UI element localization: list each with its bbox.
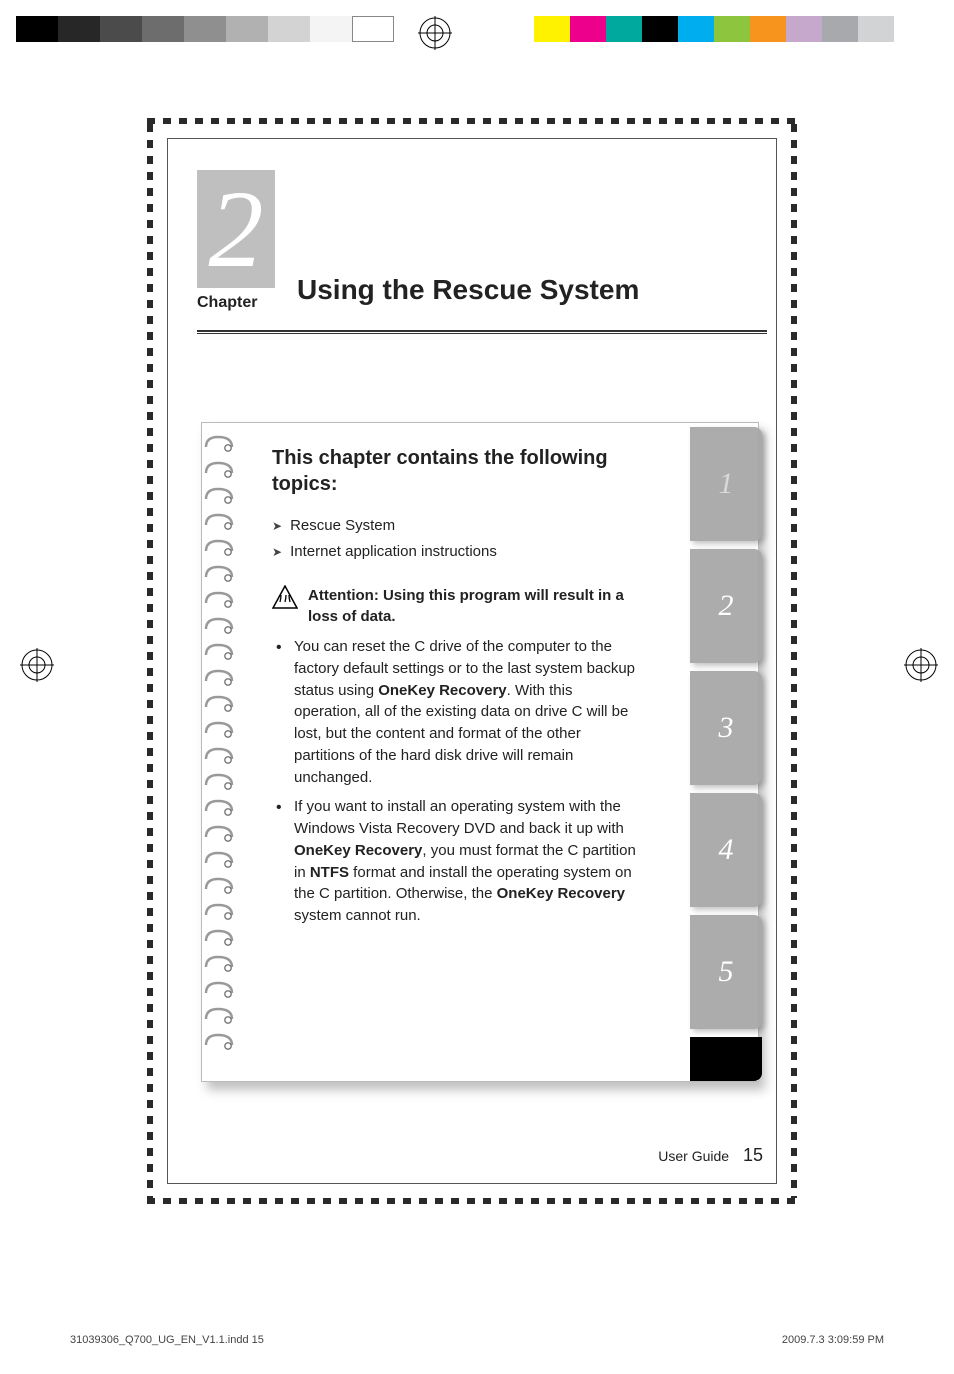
manual-page: 2 Chapter Using the Rescue System This c… [147,118,797,1204]
spiral-ring-icon [204,823,234,845]
spiral-ring-icon [204,849,234,871]
print-calibration-bars [0,16,954,48]
spiral-ring-icon [204,745,234,767]
footer-page-number: 15 [743,1145,763,1165]
spiral-ring-icon [204,693,234,715]
spiral-ring-icon [204,719,234,741]
side-tabs: 12345 [690,423,762,1081]
attention-row: Attention: Using this program will resul… [272,585,640,629]
attention-text: Attention: Using this program will resul… [308,585,640,629]
chapter-label: Chapter [197,294,297,312]
registration-mark-top [418,16,452,50]
registration-mark-right [904,648,938,682]
side-tab-1: 1 [690,427,762,541]
spiral-ring-icon [204,667,234,689]
spiral-ring-icon [204,511,234,533]
bullet-item: You can reset the C drive of the compute… [272,636,640,788]
bullet-item: If you want to install an operating syst… [272,796,640,927]
footer-label: User Guide [658,1148,729,1164]
spiral-ring-icon [204,615,234,637]
spiral-ring-icon [204,771,234,793]
spiral-ring-icon [204,1005,234,1027]
spiral-ring-icon [204,433,234,455]
side-tab-3: 3 [690,671,762,785]
spiral-binding [202,433,242,1071]
bullet-list: You can reset the C drive of the compute… [272,636,640,927]
panel-content: This chapter contains the following topi… [272,445,640,1063]
spiral-ring-icon [204,927,234,949]
imprint-datetime: 2009.7.3 3:09:59 PM [782,1334,884,1346]
spiral-ring-icon [204,875,234,897]
chapter-block: 2 Chapter [197,170,297,312]
chapter-number-box: 2 [197,170,275,288]
attention-icon [272,585,298,616]
spiral-ring-icon [204,589,234,611]
spiral-ring-icon [204,641,234,663]
panel-heading: This chapter contains the following topi… [272,445,640,497]
spiral-ring-icon [204,979,234,1001]
print-sheet: 2 Chapter Using the Rescue System This c… [0,0,954,1374]
topic-item: Internet application instructions [272,541,640,563]
notepad-panel-wrap: This chapter contains the following topi… [201,422,759,1082]
spiral-ring-icon [204,485,234,507]
side-tab-4: 4 [690,793,762,907]
notepad-panel: This chapter contains the following topi… [201,422,759,1082]
topic-list: Rescue System Internet application instru… [272,515,640,563]
chapter-divider [197,330,767,334]
spiral-ring-icon [204,797,234,819]
spiral-ring-icon [204,459,234,481]
topic-item: Rescue System [272,515,640,537]
side-tab-5: 5 [690,915,762,1029]
spiral-ring-icon [204,901,234,923]
grayscale-strip [16,16,394,42]
page-footer: User Guide 15 [658,1145,763,1166]
registration-mark-left [20,648,54,682]
spiral-ring-icon [204,563,234,585]
chapter-number: 2 [209,174,264,284]
side-tabs-cap [690,1037,762,1081]
color-strip [534,16,894,42]
spiral-ring-icon [204,537,234,559]
chapter-title: Using the Rescue System [297,274,639,306]
spiral-ring-icon [204,953,234,975]
spiral-ring-icon [204,1031,234,1053]
imprint-file: 31039306_Q700_UG_EN_V1.1.indd 15 [70,1334,264,1346]
side-tab-2: 2 [690,549,762,663]
imprint-line: 31039306_Q700_UG_EN_V1.1.indd 15 2009.7.… [70,1334,884,1346]
